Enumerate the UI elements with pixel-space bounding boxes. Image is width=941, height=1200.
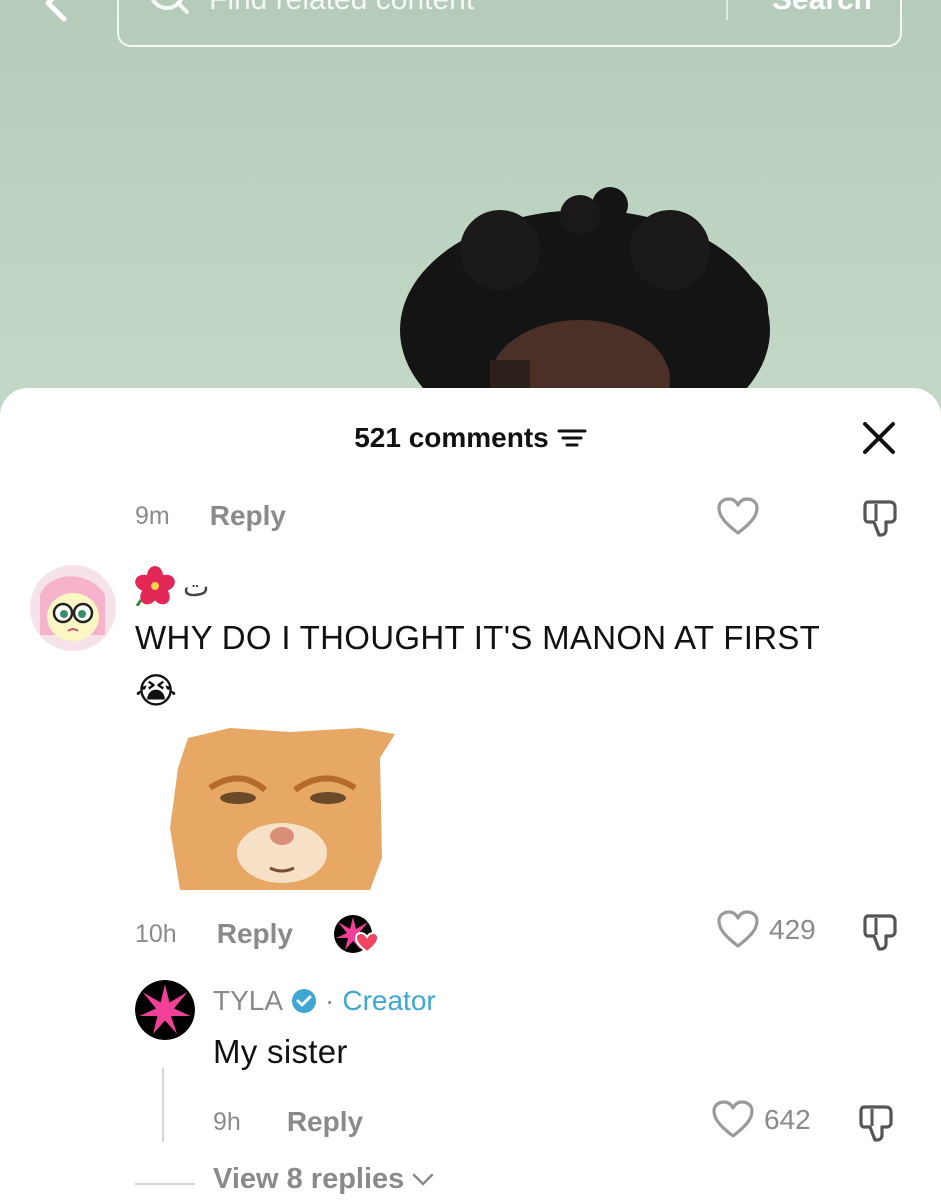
like-count: 642 xyxy=(764,1104,811,1135)
comment-time: 9m xyxy=(135,501,170,530)
search-placeholder: Find related content xyxy=(209,0,474,12)
cat-sticker-image xyxy=(170,728,395,890)
heart-icon xyxy=(712,1100,754,1138)
crying-emoji: 😭 xyxy=(135,670,178,711)
comment-text: WHY DO I THOUGHT IT'S MANON AT FIRST xyxy=(135,619,821,656)
dislike-icon[interactable] xyxy=(862,498,902,538)
search-button[interactable]: Search xyxy=(772,0,872,12)
top-bar: Find related content Search xyxy=(0,0,941,60)
back-button[interactable] xyxy=(30,0,80,28)
comment-meta: 10h Reply xyxy=(135,914,379,954)
creator-label: Creator xyxy=(342,985,436,1016)
verified-icon xyxy=(292,989,317,1013)
view-replies-button[interactable]: View 8 replies xyxy=(213,1163,434,1196)
view-replies-label: View 8 replies xyxy=(213,1163,405,1195)
reply-button[interactable]: Reply xyxy=(287,1106,363,1138)
comments-count: 521 comments xyxy=(354,422,549,453)
comment-username: ت xyxy=(183,570,210,602)
filter-icon[interactable] xyxy=(557,426,587,450)
search-input[interactable]: Find related content Search xyxy=(117,0,902,47)
avatar[interactable] xyxy=(30,565,116,651)
video-subject-image xyxy=(400,187,770,420)
thread-line xyxy=(162,1068,164,1142)
heart-icon xyxy=(717,910,759,948)
back-arrow-icon xyxy=(45,0,67,22)
reply-username-row[interactable]: TYLA · Creator xyxy=(213,985,436,1017)
reply-button[interactable]: Reply xyxy=(210,500,286,532)
reply-time: 9h xyxy=(213,1107,241,1136)
star-avatar-icon xyxy=(135,980,195,1040)
creator-liked-badge xyxy=(333,914,379,954)
search-icon xyxy=(150,0,189,14)
reply-text: My sister xyxy=(213,1033,348,1070)
dislike-icon[interactable] xyxy=(858,1103,898,1143)
comments-count-wrap: 521 comments xyxy=(0,422,941,454)
search-divider xyxy=(726,0,728,20)
hibiscus-icon xyxy=(135,566,175,606)
comment-username-row[interactable]: ت xyxy=(135,566,209,606)
sheet-header: 521 comments xyxy=(0,416,941,460)
reply-meta: 9h Reply xyxy=(213,1106,363,1138)
dislike-icon[interactable] xyxy=(862,912,902,952)
view-replies-line xyxy=(135,1183,195,1185)
reply-username: TYLA xyxy=(213,985,284,1016)
video-background xyxy=(0,0,941,420)
creator-avatar[interactable] xyxy=(135,980,195,1040)
pony-avatar-image xyxy=(30,565,116,651)
separator-dot: · xyxy=(325,985,335,1016)
comment-like-group[interactable]: 429 xyxy=(717,910,816,950)
reply-button[interactable]: Reply xyxy=(217,918,293,950)
heart-badge-icon xyxy=(354,932,379,954)
heart-icon[interactable] xyxy=(717,497,759,537)
close-icon[interactable] xyxy=(861,420,897,456)
previous-comment-meta: 9m Reply xyxy=(135,500,286,532)
chevron-down-icon xyxy=(413,1173,434,1185)
comment-time: 10h xyxy=(135,919,177,948)
like-count: 429 xyxy=(769,914,816,945)
reply-like-group[interactable]: 642 xyxy=(712,1100,811,1140)
